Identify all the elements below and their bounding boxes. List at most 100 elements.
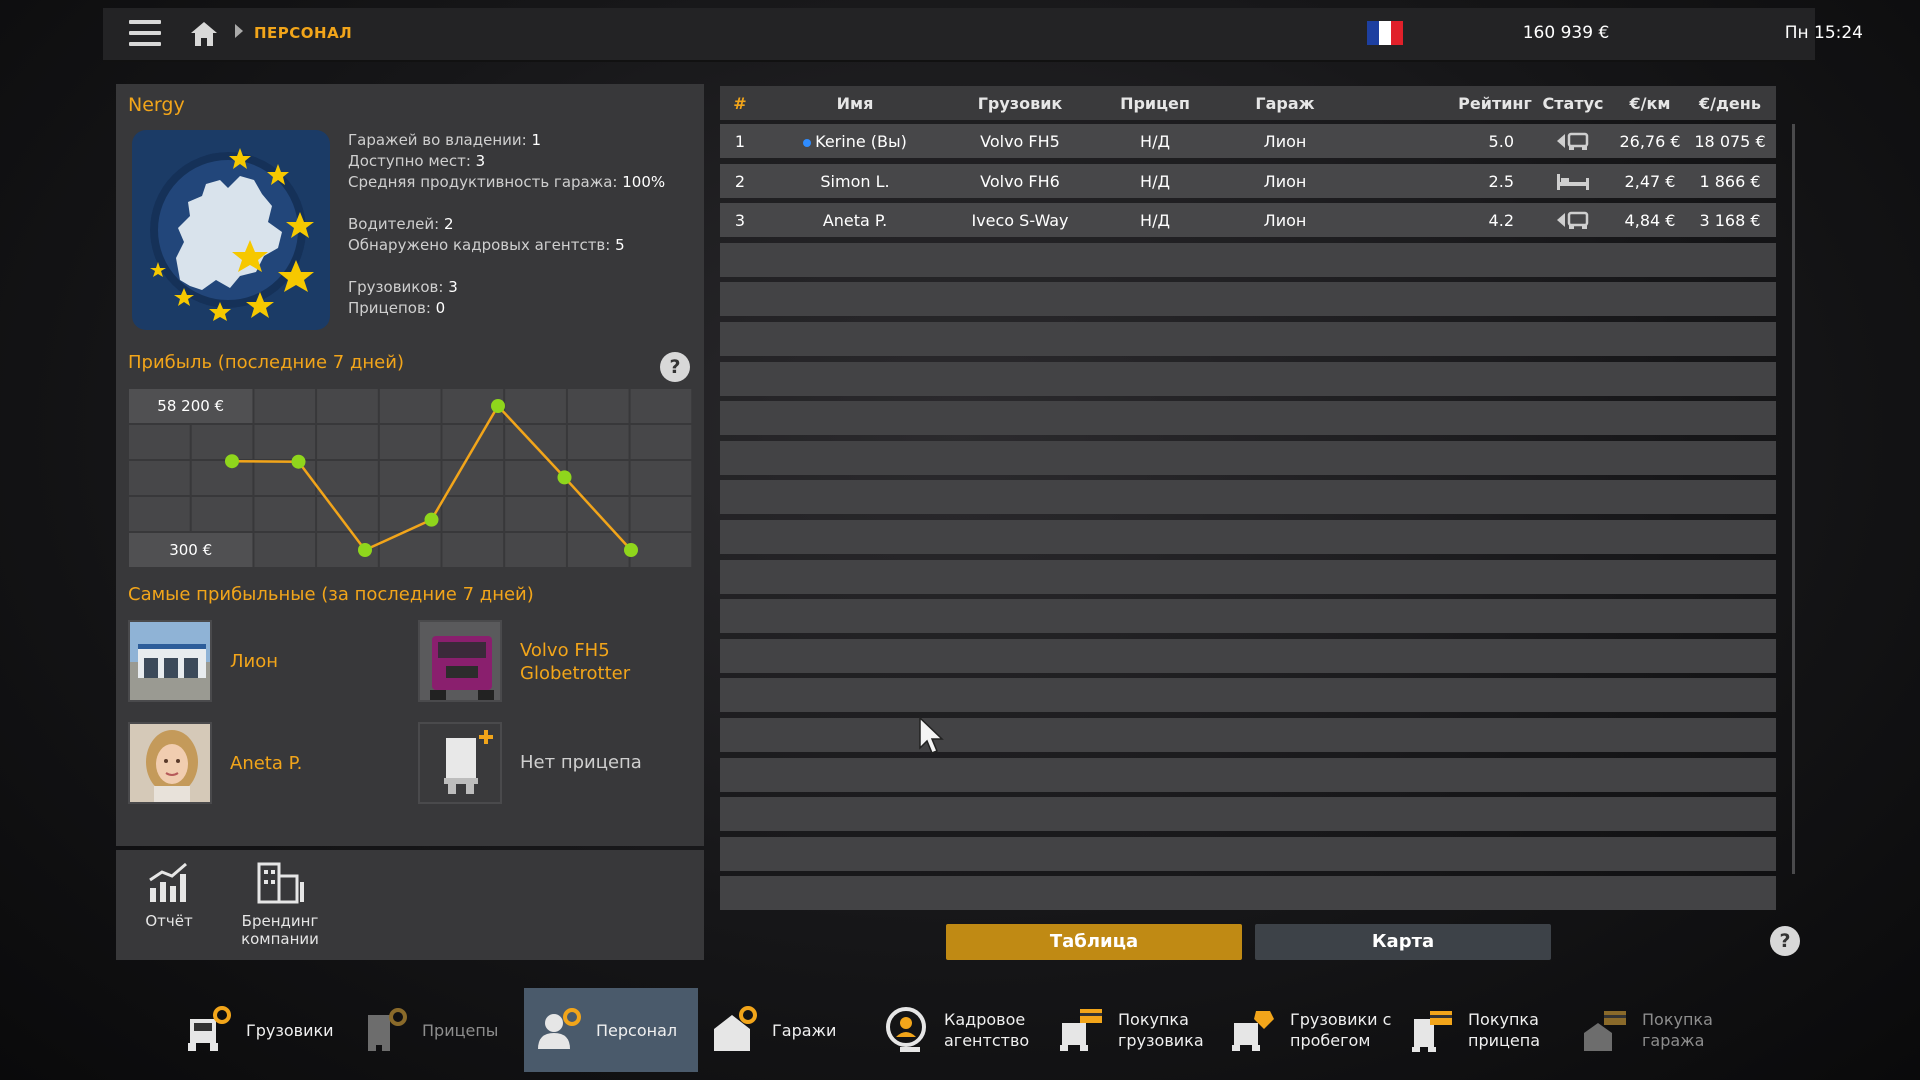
best-trailer-label: Нет прицепа — [520, 752, 642, 773]
table-row — [720, 876, 1776, 911]
table-view-button[interactable]: Таблица — [946, 924, 1242, 960]
nav-buy-trailer-label: Покупка прицепа — [1468, 1010, 1541, 1050]
chart-tick-label: 300 € — [169, 541, 212, 559]
col-status[interactable]: Статус — [1538, 94, 1608, 113]
nav-trucks[interactable]: Грузовики — [184, 988, 334, 1072]
cell-garage: Лион — [1263, 211, 1307, 231]
cell-rating: 4.2 — [1488, 211, 1514, 231]
col-truck[interactable]: Грузовик — [945, 94, 1095, 113]
col-per-day[interactable]: €/день — [1690, 94, 1770, 113]
col-rating[interactable]: Рейтинг — [1450, 94, 1540, 113]
profit-data-point[interactable] — [291, 454, 306, 469]
game-clock: Пн 15:24 — [1784, 23, 1863, 43]
money-balance: 160 939 € — [1522, 23, 1610, 43]
chart-grid-cell — [442, 533, 504, 567]
chart-grid-cell — [379, 389, 441, 423]
chart-grid-cell — [630, 533, 692, 567]
agency-person-icon — [882, 1005, 932, 1055]
cell-per-day: 18 075 € — [1694, 132, 1766, 151]
branding-button[interactable]: Брендинг компании — [224, 858, 336, 948]
cell-garage: Лион — [1263, 132, 1307, 151]
table-row — [720, 599, 1776, 634]
profit-data-point[interactable] — [624, 543, 638, 557]
bed-icon — [1538, 170, 1608, 196]
nav-trailers[interactable]: Прицепы — [360, 988, 498, 1072]
nav-buy-truck[interactable]: Покупка грузовика — [1056, 988, 1204, 1072]
profit-data-point[interactable] — [358, 543, 372, 557]
table-scrollbar[interactable] — [1792, 124, 1795, 874]
nav-buy-garage[interactable]: Покупка гаража — [1580, 988, 1713, 1072]
nav-agency[interactable]: Кадровое агентство — [882, 988, 1029, 1072]
breadcrumb[interactable]: ПЕРСОНАЛ — [254, 24, 352, 42]
chart-grid-cell — [129, 425, 190, 459]
cell-garage: Лион — [1263, 171, 1307, 191]
chart-grid-cell — [191, 497, 253, 531]
cell-per-day: 1 866 € — [1699, 171, 1761, 191]
chart-grid-cell — [129, 497, 190, 531]
table-row — [720, 836, 1776, 871]
garage-gear-icon — [710, 1005, 760, 1055]
profit-data-point[interactable] — [225, 454, 239, 469]
table-row — [720, 322, 1776, 356]
chart-grid-cell — [505, 425, 566, 459]
profit-data-point[interactable] — [491, 399, 505, 413]
chart-grid-cell — [191, 461, 253, 495]
best-garage-label[interactable]: Лион — [230, 650, 278, 673]
table-row — [720, 678, 1776, 713]
report-chart-icon — [149, 862, 187, 902]
help-icon[interactable]: ? — [1770, 926, 1800, 956]
menu-icon[interactable] — [129, 20, 161, 48]
chart-tick-label: 58 200 € — [157, 397, 224, 415]
current-player-dot-icon — [803, 138, 812, 147]
garage-thumbnail[interactable] — [128, 620, 212, 702]
cell-per-km: 2,47 € — [1624, 171, 1676, 191]
nav-staff[interactable]: Персонал — [524, 988, 698, 1072]
col-name[interactable]: Имя — [780, 94, 930, 113]
cell-num: 3 — [734, 211, 746, 231]
col-num[interactable]: # — [720, 94, 760, 113]
table-row — [720, 401, 1776, 436]
chart-grid-cell — [379, 425, 441, 459]
chart-grid-cell — [442, 425, 504, 459]
table-row[interactable]: 1 Kerine (Вы) Volvo FH5 Н/Д Лион 5.0 26,76 € 18… — [720, 124, 1776, 158]
chart-grid-cell — [317, 461, 378, 495]
home-icon[interactable] — [189, 20, 219, 48]
driver-avatar[interactable] — [128, 722, 212, 804]
driver-name: Kerine (Вы) — [815, 132, 907, 151]
nav-garages[interactable]: Гаражи — [710, 988, 836, 1072]
col-garage[interactable]: Гараж — [1230, 94, 1340, 113]
tools-panel: Отчёт Брендинг компании — [116, 850, 704, 960]
profit-data-point[interactable] — [424, 512, 439, 527]
cell-num: 2 — [734, 171, 746, 191]
company-stats: Гаражей во владении: 1 Доступно мест: 3 … — [348, 130, 665, 319]
col-trailer[interactable]: Прицеп — [1105, 94, 1205, 113]
best-truck-edition: Globetrotter — [520, 663, 631, 684]
cell-trailer: Н/Д — [1140, 211, 1170, 231]
top-bar: ПЕРСОНАЛ 160 939 € Пн 15:24 — [103, 8, 1863, 62]
report-label: Отчёт — [145, 912, 193, 930]
trailer-add-icon[interactable] — [418, 722, 502, 804]
cell-num: 1 — [734, 132, 746, 151]
best-driver-label[interactable]: Aneta P. — [230, 752, 302, 775]
nav-used-trucks[interactable]: Грузовики с пробегом — [1228, 988, 1391, 1072]
buy-garage-icon — [1580, 1005, 1630, 1055]
truck-thumbnail[interactable] — [418, 620, 502, 702]
col-per-km[interactable]: €/км — [1612, 94, 1688, 113]
table-row[interactable]: 3 Aneta P. Iveco S-Way Н/Д Лион 4.2 4,84 € 3 16… — [720, 203, 1776, 238]
breadcrumb-chevron-icon — [235, 24, 243, 38]
table-row — [720, 242, 1776, 277]
table-row — [720, 480, 1776, 515]
cell-per-km: 4,84 € — [1624, 211, 1676, 231]
profit-data-point[interactable] — [557, 470, 572, 485]
nav-buy-trailer[interactable]: Покупка прицепа — [1406, 988, 1540, 1072]
buy-trailer-icon — [1406, 1005, 1456, 1055]
chart-grid-cell — [505, 533, 566, 567]
profit-help-icon[interactable]: ? — [660, 352, 690, 382]
best-truck-label[interactable]: Volvo FH5 Globetrotter — [520, 639, 630, 685]
nav-buy-garage-label: Покупка гаража — [1642, 1010, 1713, 1050]
map-view-button[interactable]: Карта — [1255, 924, 1551, 960]
used-truck-tag-icon — [1228, 1005, 1278, 1055]
report-button[interactable]: Отчёт — [126, 858, 212, 930]
table-row[interactable]: 2 Simon L. Volvo FH6 Н/Д Лион 2.5 2,47 € 1 866 … — [720, 163, 1776, 198]
driver-name: Aneta P. — [822, 211, 888, 231]
